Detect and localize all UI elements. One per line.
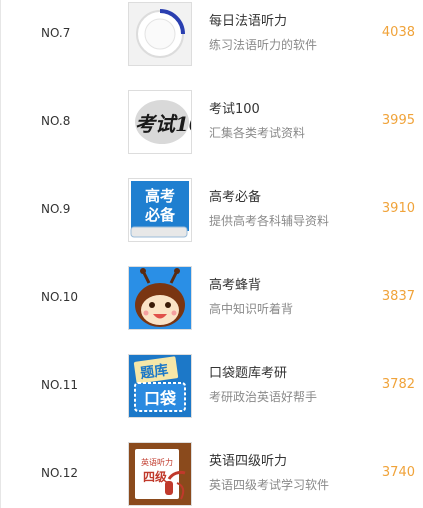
download-count: 3782	[381, 377, 415, 392]
app-description: 英语四级考试学习软件	[209, 478, 330, 492]
icon-text-yingyu: 英语听力	[141, 457, 173, 467]
app-name[interactable]: 考试100	[209, 98, 260, 117]
app-name[interactable]: 每日法语听力	[209, 10, 287, 29]
app-description: 练习法语听力的软件	[209, 38, 318, 52]
download-count: 3910	[381, 201, 415, 216]
clock-dial-icon[interactable]	[128, 2, 192, 66]
kaoshi-100-logo-icon[interactable]: 考试100	[128, 90, 192, 154]
list-item[interactable]: NO.8 考试100 考试100 汇集各类考试资料 3995	[1, 88, 423, 176]
list-item[interactable]: NO.7 每日法语听力 练习法语听力的软件 4038	[1, 0, 423, 88]
bee-mascot-icon[interactable]	[128, 266, 192, 330]
download-count: 3837	[381, 289, 415, 304]
icon-text-gaokao: 高考	[145, 187, 175, 205]
cet4-headphones-book-icon[interactable]: 英语听力 四级	[128, 442, 192, 506]
pocket-question-bank-icon[interactable]: 题库 口袋	[128, 354, 192, 418]
app-description: 高中知识听着背	[209, 302, 294, 316]
rank-label: NO.8	[41, 114, 71, 128]
list-item[interactable]: NO.12 英语听力 四级 英语四级听力 英语四级考试学习软件 3740	[1, 440, 423, 508]
app-description: 考研政治英语好帮手	[209, 390, 318, 404]
list-item[interactable]: NO.9 高考 必备 高考必备 提供高考各科辅导资料 3910	[1, 176, 423, 264]
rank-label: NO.11	[41, 378, 79, 392]
rank-label: NO.12	[41, 466, 79, 480]
app-description: 提供高考各科辅导资料	[209, 214, 330, 228]
app-description: 汇集各类考试资料	[209, 126, 306, 140]
download-count: 4038	[381, 25, 415, 40]
rank-label: NO.9	[41, 202, 71, 216]
gaokao-book-icon[interactable]: 高考 必备	[128, 178, 192, 242]
list-item[interactable]: NO.10 高考蜂背 高中知识听着背 3837	[1, 264, 423, 352]
app-name[interactable]: 口袋题库考研	[209, 362, 287, 381]
list-item[interactable]: NO.11 题库 口袋 口袋题库考研 考研政治英语好帮手 3782	[1, 352, 423, 440]
rank-label: NO.7	[41, 26, 71, 40]
download-count: 3995	[381, 113, 415, 128]
download-count: 3740	[381, 465, 415, 480]
logo-text-kaoshi: 考试100	[135, 112, 191, 136]
app-name[interactable]: 高考必备	[209, 186, 261, 205]
app-name[interactable]: 英语四级听力	[209, 450, 287, 469]
icon-text-bibei: 必备	[144, 206, 176, 224]
icon-text-koudai: 口袋	[144, 389, 177, 408]
icon-text-siji: 四级	[143, 469, 167, 484]
rank-label: NO.10	[41, 290, 79, 304]
app-ranking-list: NO.7 每日法语听力 练习法语听力的软件 4038 NO.8 考试100 考试…	[0, 0, 423, 508]
app-name[interactable]: 高考蜂背	[209, 274, 261, 293]
